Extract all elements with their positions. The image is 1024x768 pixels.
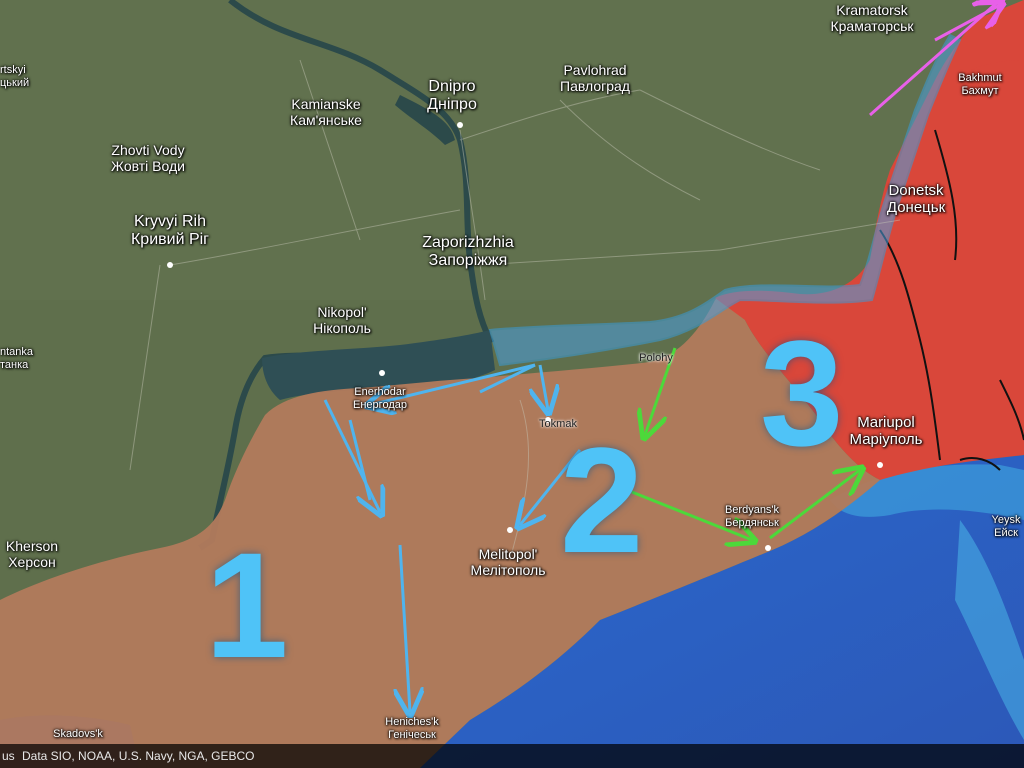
city-zaporizhzhia: Zaporizhzhia Запоріжжя <box>422 234 514 269</box>
city-nikopol: Nikopol' Нікополь <box>313 304 371 336</box>
map-view[interactable]: Kramatorsk Краматорськ Bakhmut Бахмут Dnip… <box>0 0 1024 768</box>
city-pavlohrad: Pavlohrad Павлоград <box>560 62 630 94</box>
city-zhovti-vody: Zhovti Vody Жовті Води <box>111 142 185 174</box>
city-kherson: Kherson Херсон <box>5 538 59 570</box>
direction-label-2: 2 <box>560 416 644 584</box>
city-donetsk: Donetsk Донецьк <box>886 182 946 216</box>
city-kramatorsk: Kramatorsk Краматорськ <box>830 2 914 34</box>
city-mariupol: Mariupol Маріуполь <box>849 414 923 448</box>
city-enerhodar: Enerhodar Енергодар <box>353 386 407 411</box>
city-kryvyi-rih: Kryvyi Rih Кривий Ріг <box>130 213 210 248</box>
city-bakhmut: Bakhmut Бахмут <box>958 72 1002 97</box>
attribution-bar: us Data SIO, NOAA, U.S. Navy, NGA, GEBCO <box>0 744 1024 768</box>
direction-label-3: 3 <box>760 309 844 477</box>
city-kamianske: Kamianske Кам'янське <box>290 96 362 128</box>
attribution-edge-text: us <box>2 749 15 763</box>
city-henichesk: Heniches'k Генічеськ <box>385 716 439 741</box>
city-dnipro: Dnipro Дніпро <box>427 78 477 113</box>
direction-label-1: 1 <box>205 521 289 689</box>
city-berdyansk: Berdyans'k Бердянськ <box>724 504 780 529</box>
city-skadovsk: Skadovs'k <box>53 728 103 740</box>
attribution-credit: Data SIO, NOAA, U.S. Navy, NGA, GEBCO <box>22 749 255 763</box>
city-melitopol: Melitopol' Мелітополь <box>470 546 546 578</box>
city-edge-mid: ntanka танка <box>0 346 34 371</box>
map-canvas <box>0 0 1024 768</box>
city-edge-top: rtskyi цький <box>0 64 30 89</box>
city-polohy: Polohy <box>639 352 673 364</box>
city-yeysk: Yeysk Ейск <box>991 514 1021 539</box>
